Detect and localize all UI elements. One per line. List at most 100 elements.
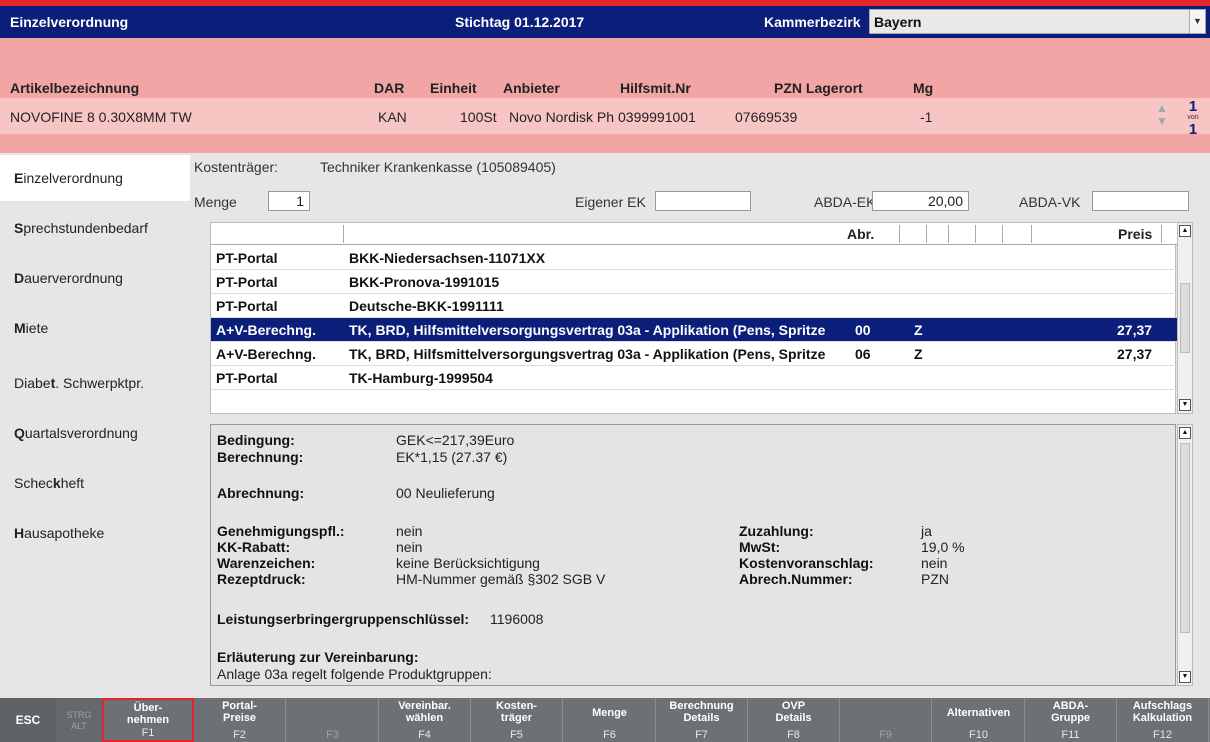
abrech-nummer-label: Abrech.Nummer: bbox=[739, 571, 853, 587]
sidebar-item[interactable]: Hausapotheke bbox=[0, 510, 190, 556]
abda-vk-input[interactable] bbox=[1092, 191, 1189, 211]
strg-label: STRG bbox=[66, 710, 92, 720]
fkey-caption: Vereinbar. wählen bbox=[379, 700, 470, 724]
kammerbezirk-label: Kammerbezirk bbox=[764, 14, 861, 30]
kostentraeger-label: Kostenträger: bbox=[194, 159, 279, 175]
sidebar-item-label: Schec bbox=[14, 475, 53, 491]
col-divider bbox=[926, 225, 927, 243]
berechnung-value: EK*1,15 (27.37 €) bbox=[396, 449, 508, 465]
fkey-caption-line: Über- bbox=[133, 702, 163, 714]
article-row[interactable]: NOVOFINE 8 0.30X8MM TW KAN 100St Novo No… bbox=[0, 98, 1210, 134]
fkey-f10-button[interactable]: Alternativen F10 bbox=[933, 698, 1025, 742]
esc-button[interactable]: ESC bbox=[0, 698, 56, 742]
cell-abr: 00 bbox=[855, 322, 871, 338]
cell-typ: PT-Portal bbox=[216, 250, 278, 266]
fkey-f1-button[interactable]: Über-nehmen F1 bbox=[102, 698, 194, 742]
fkey-caption: Menge bbox=[564, 707, 655, 719]
sidebar-item[interactable]: Sprechstundenbedarf bbox=[0, 205, 190, 251]
article-anbieter: Novo Nordisk Ph bbox=[509, 109, 615, 125]
article-pzn: 07669539 bbox=[735, 109, 798, 125]
scroll-up-icon[interactable]: ▲ bbox=[1179, 427, 1191, 439]
sidebar-item[interactable]: Diabet. Schwerpktpr. bbox=[0, 360, 190, 406]
fkey-caption-line: Portal- bbox=[222, 700, 257, 712]
menge-input[interactable]: 1 bbox=[268, 191, 310, 211]
rezeptdruck-label: Rezeptdruck: bbox=[217, 571, 306, 587]
cell-z: Z bbox=[914, 322, 923, 338]
sidebar-item-hotkey: k bbox=[52, 475, 61, 491]
berechnung-label: Berechnung: bbox=[217, 449, 304, 465]
fkey-caption-line: Kalkulation bbox=[1132, 712, 1193, 724]
arrow-down-icon[interactable]: ▼ bbox=[1155, 115, 1169, 128]
col-divider bbox=[343, 225, 344, 243]
scroll-down-icon[interactable]: ▼ bbox=[1179, 671, 1191, 683]
sidebar-item[interactable]: Dauerverordnung bbox=[0, 255, 190, 301]
article-up-down[interactable]: ▲ ▼ bbox=[1155, 102, 1169, 128]
sidebar-item-hotkey: H bbox=[14, 525, 25, 541]
col-divider bbox=[948, 225, 949, 243]
sidebar-item-label: auerverordnung bbox=[24, 270, 123, 286]
fkey-caption: Berechnung Details bbox=[656, 700, 747, 724]
bedingung-label: Bedingung: bbox=[217, 432, 295, 448]
fkey-caption: ABDA- Gruppe bbox=[1025, 700, 1116, 724]
sidebar-item-label: inzelverordnung bbox=[23, 170, 123, 186]
scroll-thumb[interactable] bbox=[1180, 283, 1190, 353]
scroll-up-icon[interactable]: ▲ bbox=[1179, 225, 1191, 237]
cell-preis: 27,37 bbox=[1117, 322, 1153, 338]
fkey-f9-button[interactable]: F9 bbox=[840, 698, 932, 742]
scroll-thumb[interactable] bbox=[1180, 443, 1190, 633]
cell-typ: PT-Portal bbox=[216, 298, 278, 314]
table-row[interactable]: PT-Portal BKK-Niedersachsen-11071XX bbox=[211, 246, 1177, 270]
fkey-caption-line: Kosten- bbox=[496, 700, 537, 712]
table-row[interactable]: PT-Portal Deutsche-BKK-1991111 bbox=[211, 294, 1177, 318]
cell-bez: TK, BRD, Hilfsmittelversorgungsvertrag 0… bbox=[349, 322, 826, 338]
col-header-hilfsmit: Hilfsmit.Nr bbox=[620, 80, 691, 96]
stichtag-label: Stichtag 01.12.2017 bbox=[455, 14, 585, 30]
sidebar-item[interactable]: Einzelverordnung bbox=[0, 155, 190, 201]
table-row[interactable]: A+V-Berechng. TK, BRD, Hilfsmittelversorg… bbox=[211, 342, 1177, 366]
col-header-dar: DAR bbox=[374, 80, 405, 96]
table-row[interactable]: A+V-Berechng. TK, BRD, Hilfsmittelversorg… bbox=[211, 318, 1177, 342]
cell-typ: PT-Portal bbox=[216, 370, 278, 386]
eigener-ek-input[interactable] bbox=[655, 191, 751, 211]
fkey-f5-button[interactable]: Kosten-träger F5 bbox=[471, 698, 563, 742]
sidebar-item-label: uartalsverordnung bbox=[24, 425, 138, 441]
fkey-caption-line: Menge bbox=[592, 707, 627, 719]
fkey-f2-button[interactable]: Portal- Preise F2 bbox=[194, 698, 286, 742]
abda-ek-input[interactable]: 20,00 bbox=[872, 191, 969, 211]
fkey-f3-button[interactable]: F3 bbox=[287, 698, 379, 742]
fkey-caption-line: Gruppe bbox=[1050, 712, 1091, 724]
fkey-f12-button[interactable]: Aufschlags Kalkulation F12 bbox=[1117, 698, 1209, 742]
article-mg: -1 bbox=[920, 109, 933, 125]
cell-bez: Deutsche-BKK-1991111 bbox=[349, 298, 504, 314]
strg-alt-toggle[interactable]: STRG ALT bbox=[56, 698, 102, 742]
fkey-caption-line: Alternativen bbox=[946, 707, 1011, 719]
sidebar-item[interactable]: Scheckheft bbox=[0, 460, 190, 506]
table-row[interactable]: PT-Portal BKK-Pronova-1991015 bbox=[211, 270, 1177, 294]
table-scrollbar[interactable]: ▲ ▼ bbox=[1177, 222, 1193, 414]
col-header-mg: Mg bbox=[913, 80, 934, 96]
sidebar-item[interactable]: Quartalsverordnung bbox=[0, 410, 190, 456]
sidebar-item[interactable]: Miete bbox=[0, 305, 190, 351]
fkey-f4-button[interactable]: Vereinbar. wählen F4 bbox=[379, 698, 471, 742]
article-pager: 1 von 1 bbox=[1183, 99, 1203, 137]
rezeptdruck-value: HM-Nummer gemäß §302 SGB V bbox=[396, 571, 606, 587]
erlaeuterung-text: Anlage 03a regelt folgende Produktgruppe… bbox=[217, 666, 492, 682]
erlaeuterung-label: Erläuterung zur Vereinbarung: bbox=[217, 649, 419, 665]
genehmigungspflicht-value: nein bbox=[396, 523, 423, 539]
cell-bez: BKK-Niedersachsen-11071XX bbox=[349, 250, 546, 266]
scroll-down-icon[interactable]: ▼ bbox=[1179, 399, 1191, 411]
mwst-label: MwSt: bbox=[739, 539, 781, 555]
dropdown-arrow-icon[interactable]: ▼ bbox=[1189, 10, 1205, 33]
fkey-f7-button[interactable]: Berechnung Details F7 bbox=[656, 698, 748, 742]
cell-abr: 06 bbox=[855, 346, 871, 362]
table-row[interactable]: PT-Portal TK-Hamburg-1999504 bbox=[211, 366, 1177, 390]
title-bar: Einzelverordnung Stichtag 01.12.2017 Kam… bbox=[0, 6, 1210, 38]
kammerbezirk-select[interactable]: Bayern ▼ bbox=[869, 9, 1206, 34]
fkey-caption-line: OVP bbox=[781, 700, 806, 712]
fkey-f11-button[interactable]: ABDA- Gruppe F11 bbox=[1025, 698, 1117, 742]
details-scrollbar[interactable]: ▲ ▼ bbox=[1177, 424, 1193, 686]
fkey-f6-button[interactable]: Menge F6 bbox=[564, 698, 656, 742]
fkey-f8-button[interactable]: OVP Details F8 bbox=[748, 698, 840, 742]
fkey-number: F6 bbox=[603, 729, 616, 741]
cell-bez: TK, BRD, Hilfsmittelversorgungsvertrag 0… bbox=[349, 346, 826, 362]
